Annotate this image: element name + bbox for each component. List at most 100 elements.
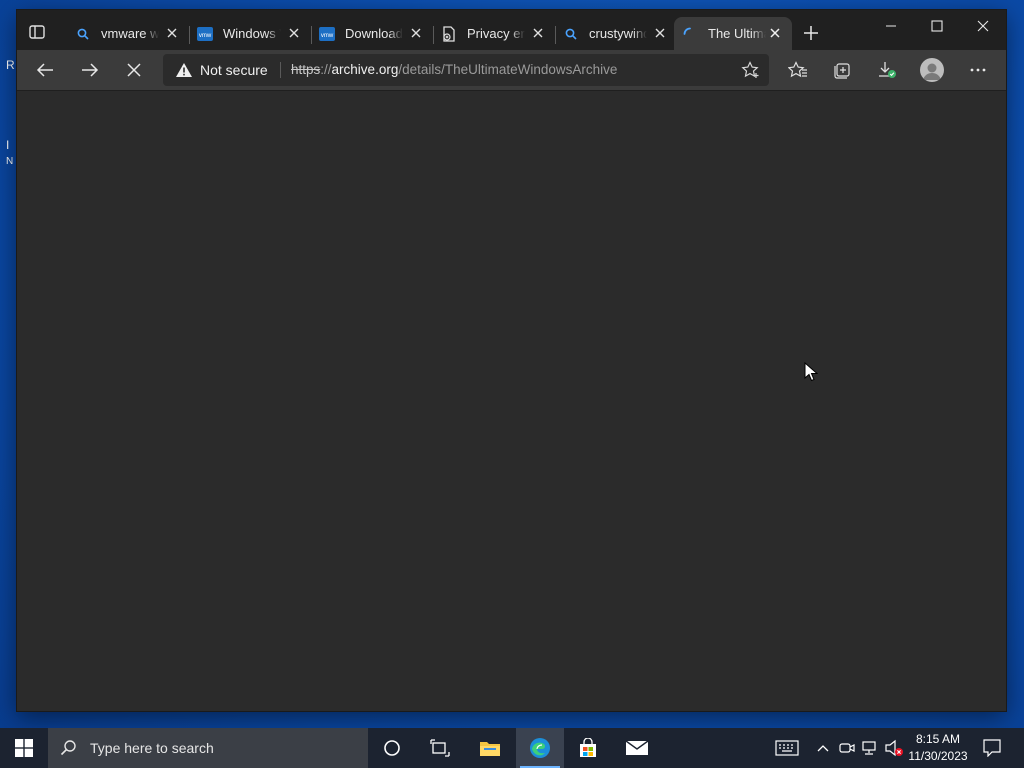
tab-title: Download — [345, 26, 403, 41]
close-tab-icon[interactable] — [409, 26, 423, 40]
security-status-label[interactable]: Not secure — [200, 62, 268, 78]
search-icon — [75, 26, 91, 42]
maximize-button[interactable] — [914, 10, 960, 42]
mail-button[interactable] — [613, 728, 661, 768]
clock-date: 11/30/2023 — [908, 749, 968, 763]
minimize-icon — [886, 25, 896, 27]
tab-actions-icon[interactable] — [29, 25, 45, 39]
desktop-icons-edge: R I N — [0, 0, 18, 728]
folder-icon — [480, 742, 500, 756]
tab-title: Windows V — [223, 26, 281, 41]
volume-muted-icon — [885, 739, 903, 757]
taskbar-search-box[interactable]: Type here to search — [48, 728, 368, 768]
collections-button[interactable] — [829, 58, 855, 82]
add-favorite-icon[interactable] — [741, 61, 761, 84]
file-explorer-button[interactable] — [466, 728, 514, 768]
more-icon — [970, 68, 986, 72]
tray-network-button[interactable] — [858, 728, 882, 768]
profile-avatar-icon[interactable] — [920, 58, 944, 82]
camera-icon — [839, 743, 855, 753]
desktop-edge-letter: N — [6, 156, 14, 167]
start-button[interactable] — [0, 728, 48, 768]
desktop-edge-letter: R — [6, 58, 15, 72]
tray-keyboard-button[interactable] — [772, 728, 802, 768]
tab-title: vmware w — [101, 26, 159, 41]
download-icon — [879, 62, 896, 78]
tray-meet-now-button[interactable] — [836, 728, 858, 768]
tab-download[interactable]: vmw Download — [311, 17, 433, 50]
back-button[interactable] — [32, 58, 58, 82]
svg-text:vmw: vmw — [199, 33, 212, 39]
chevron-up-icon — [817, 745, 829, 752]
close-icon — [977, 20, 989, 32]
favorites-button[interactable] — [785, 58, 811, 82]
address-bar[interactable]: Not secure https://archive.org/details/T… — [163, 54, 769, 86]
close-window-button[interactable] — [960, 10, 1006, 42]
network-icon — [862, 741, 876, 755]
url-scheme: https — [291, 62, 321, 77]
task-view-icon — [430, 739, 450, 757]
search-icon — [563, 26, 579, 42]
url-path: /details/TheUltimateWindowsArchive — [398, 62, 618, 77]
vmware-icon: vmw — [197, 26, 213, 42]
microsoft-store-button[interactable] — [564, 728, 612, 768]
tab-crustywind-search[interactable]: crustywind — [555, 17, 677, 50]
tray-show-hidden-button[interactable] — [812, 728, 834, 768]
keyboard-icon — [775, 740, 799, 756]
arrow-left-icon — [36, 63, 53, 77]
browser-toolbar: Not secure https://archive.org/details/T… — [17, 50, 1006, 91]
close-tab-icon[interactable] — [287, 26, 301, 40]
loading-spinner-icon — [682, 26, 698, 42]
url-separator: :// — [320, 62, 332, 77]
notification-icon — [983, 739, 1001, 757]
cortana-button[interactable] — [368, 728, 416, 768]
vmware-icon: vmw — [319, 26, 335, 42]
warning-icon — [175, 62, 193, 83]
collections-icon — [834, 63, 850, 79]
taskbar-clock[interactable]: 8:15 AM 11/30/2023 — [905, 731, 971, 765]
settings-more-button[interactable] — [965, 58, 991, 82]
tray-volume-button[interactable] — [882, 728, 906, 768]
url-host: archive.org — [331, 62, 399, 77]
close-tab-icon[interactable] — [653, 26, 667, 40]
tab-title: The Ultima — [708, 26, 766, 41]
close-tab-icon[interactable] — [531, 26, 545, 40]
search-placeholder: Type here to search — [90, 740, 214, 756]
stop-icon — [127, 63, 141, 77]
close-tab-icon[interactable] — [768, 26, 782, 40]
clock-time: 8:15 AM — [915, 732, 961, 746]
tab-privacy-error[interactable]: Privacy err — [433, 17, 555, 50]
stop-loading-button[interactable] — [121, 58, 147, 82]
forward-button[interactable] — [77, 58, 103, 82]
close-tab-icon[interactable] — [165, 26, 179, 40]
new-tab-icon[interactable] — [803, 25, 819, 41]
tab-the-ultimate-windows-archive[interactable]: The Ultima — [674, 17, 792, 50]
privacy-error-icon — [441, 25, 457, 42]
tab-windows-vmware[interactable]: vmw Windows V — [189, 17, 311, 50]
address-divider — [280, 62, 281, 78]
search-icon — [60, 740, 76, 756]
mouse-cursor-icon — [804, 362, 818, 382]
cortana-icon — [384, 740, 400, 756]
task-view-button[interactable] — [416, 728, 464, 768]
edge-icon — [530, 738, 550, 758]
windows-logo-icon — [15, 739, 33, 757]
action-center-button[interactable] — [978, 728, 1006, 768]
downloads-button[interactable] — [874, 58, 900, 82]
taskbar: Type here to search 8:15 AM 11/30/2023 — [0, 728, 1024, 768]
tab-title: Privacy err — [467, 26, 525, 41]
mail-icon — [625, 740, 649, 755]
svg-text:vmw: vmw — [321, 33, 334, 39]
desktop-edge-letter: I — [6, 138, 10, 152]
page-content-area[interactable] — [17, 91, 1006, 711]
maximize-icon — [931, 20, 943, 32]
favorites-icon — [788, 61, 807, 78]
tab-vmware-search[interactable]: vmware w — [67, 17, 189, 50]
url-text[interactable]: https://archive.org/details/TheUltimateW… — [291, 62, 617, 77]
store-icon — [580, 738, 596, 757]
tab-bar: vmware w vmw Windows V vmw Download Priv… — [17, 10, 1006, 50]
arrow-right-icon — [82, 63, 99, 77]
edge-browser-button[interactable] — [516, 728, 564, 768]
browser-window: vmware w vmw Windows V vmw Download Priv… — [17, 10, 1006, 711]
minimize-button[interactable] — [868, 10, 914, 42]
